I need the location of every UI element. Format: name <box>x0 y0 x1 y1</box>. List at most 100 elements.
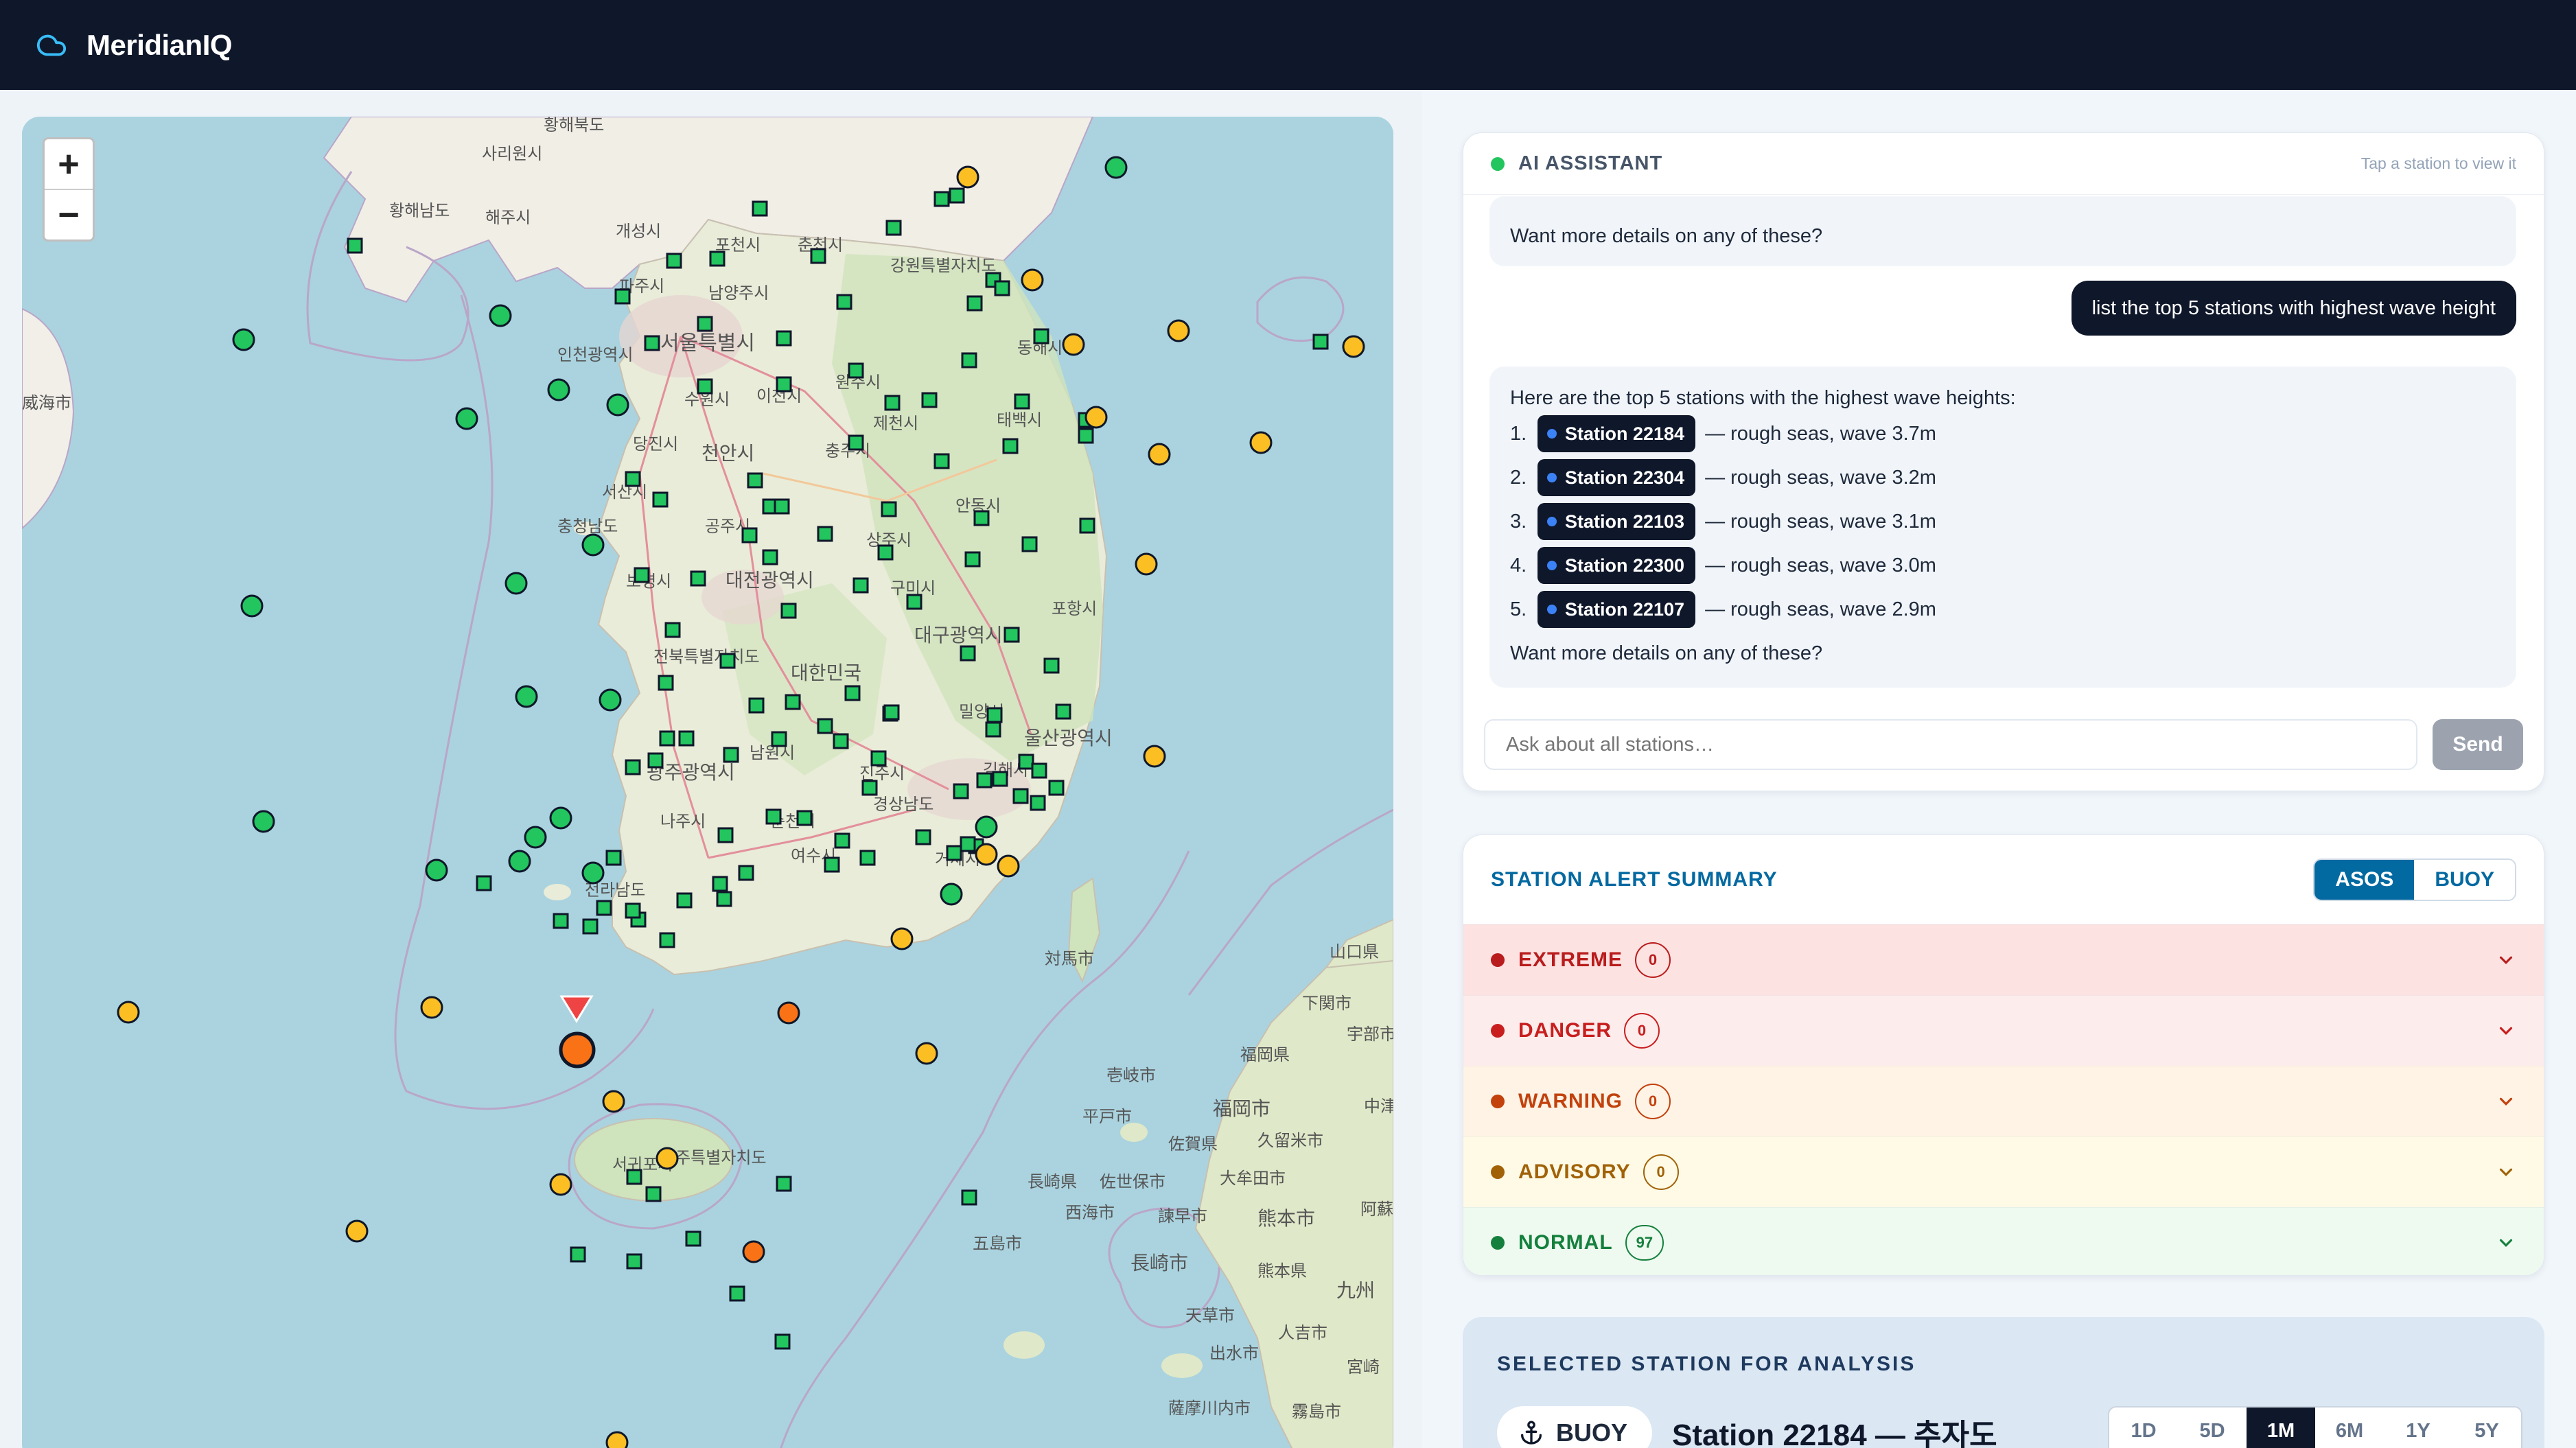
buoy-station-marker[interactable] <box>581 533 605 557</box>
asos-station-marker[interactable] <box>626 1253 642 1270</box>
buoy-station-marker[interactable] <box>1084 406 1108 429</box>
asos-station-marker[interactable] <box>626 1169 642 1185</box>
zoom-out-button[interactable]: − <box>45 190 93 240</box>
asos-station-marker[interactable] <box>973 510 990 526</box>
station-chip[interactable]: Station 22103 <box>1538 503 1696 540</box>
asos-station-marker[interactable] <box>844 685 861 701</box>
asos-station-marker[interactable] <box>1018 754 1034 770</box>
asos-station-marker[interactable] <box>946 845 962 861</box>
selected-station-circle[interactable] <box>559 1031 596 1069</box>
asos-station-marker[interactable] <box>1043 657 1060 674</box>
asos-station-marker[interactable] <box>747 472 763 489</box>
buoy-station-marker[interactable] <box>1167 319 1190 342</box>
alert-row-warning[interactable]: WARNING 0 <box>1463 1066 2544 1136</box>
station-chip[interactable]: Station 22107 <box>1538 591 1696 628</box>
asos-station-marker[interactable] <box>859 850 876 866</box>
asos-station-marker[interactable] <box>785 694 801 710</box>
asos-station-marker[interactable] <box>659 932 675 948</box>
alert-row-extreme[interactable]: EXTREME 0 <box>1463 924 2544 995</box>
buoy-station-marker[interactable] <box>232 328 255 351</box>
station-chip[interactable]: Station 22300 <box>1538 547 1696 584</box>
asos-station-marker[interactable] <box>762 549 778 565</box>
buoy-station-marker[interactable] <box>1062 333 1085 356</box>
buoy-station-marker[interactable] <box>455 407 478 430</box>
ask-input[interactable] <box>1484 719 2417 770</box>
asos-station-marker[interactable] <box>776 376 792 393</box>
asos-station-marker[interactable] <box>625 759 641 775</box>
chevron-down-icon[interactable] <box>2496 1091 2516 1112</box>
asos-station-marker[interactable] <box>729 1285 745 1302</box>
asos-station-marker[interactable] <box>712 876 728 892</box>
buoy-station-marker[interactable] <box>489 304 512 327</box>
asos-station-marker[interactable] <box>1002 438 1019 454</box>
asos-station-marker[interactable] <box>659 730 675 747</box>
chevron-down-icon[interactable] <box>2496 1020 2516 1041</box>
asos-station-marker[interactable] <box>976 772 993 789</box>
asos-station-marker[interactable] <box>960 836 976 852</box>
asos-station-marker[interactable] <box>709 250 726 267</box>
asos-station-marker[interactable] <box>1078 428 1094 444</box>
asos-station-marker[interactable] <box>861 780 878 796</box>
station-chip[interactable]: Station 22304 <box>1538 459 1696 496</box>
asos-station-marker[interactable] <box>852 577 869 594</box>
asos-station-marker[interactable] <box>1012 788 1029 804</box>
asos-station-marker[interactable] <box>933 453 950 469</box>
asos-station-marker[interactable] <box>877 544 894 561</box>
asos-station-marker[interactable] <box>719 653 736 669</box>
asos-station-marker[interactable] <box>476 875 492 891</box>
asos-station-marker[interactable] <box>1079 517 1095 534</box>
asos-station-marker[interactable] <box>833 733 849 749</box>
range-6m[interactable]: 6M <box>2315 1408 2384 1448</box>
asos-station-marker[interactable] <box>1048 780 1065 796</box>
asos-station-marker[interactable] <box>953 783 969 799</box>
buoy-station-marker[interactable] <box>655 1147 679 1170</box>
buoy-station-marker[interactable] <box>252 810 275 833</box>
buoy-station-marker[interactable] <box>1104 156 1128 179</box>
asos-station-marker[interactable] <box>774 498 790 515</box>
asos-station-marker[interactable] <box>625 471 641 487</box>
asos-station-marker[interactable] <box>810 248 826 264</box>
asos-station-marker[interactable] <box>771 731 787 747</box>
buoy-station-marker[interactable] <box>117 1001 140 1024</box>
alert-row-advisory[interactable]: ADVISORY 0 <box>1463 1136 2544 1207</box>
range-5d[interactable]: 5D <box>2178 1408 2247 1448</box>
range-1m[interactable]: 1M <box>2247 1408 2315 1448</box>
buoy-station-marker[interactable] <box>515 685 538 708</box>
buoy-station-marker[interactable] <box>425 859 448 882</box>
asos-station-marker[interactable] <box>605 850 622 866</box>
chevron-down-icon[interactable] <box>2496 1162 2516 1182</box>
asos-station-marker[interactable] <box>906 594 923 610</box>
asos-station-marker[interactable] <box>776 330 792 347</box>
asos-station-marker[interactable] <box>676 892 693 909</box>
asos-station-marker[interactable] <box>824 856 840 873</box>
asos-station-marker[interactable] <box>817 526 833 542</box>
asos-station-marker[interactable] <box>647 752 664 769</box>
buoy-station-marker[interactable] <box>1135 552 1158 576</box>
asos-station-marker[interactable] <box>717 827 734 843</box>
asos-station-marker[interactable] <box>933 191 950 207</box>
asos-station-marker[interactable] <box>690 570 706 587</box>
asos-station-marker[interactable] <box>765 808 782 825</box>
buoy-station-marker[interactable] <box>605 1431 629 1448</box>
asos-station-marker[interactable] <box>985 721 1001 738</box>
buoy-station-marker[interactable] <box>504 572 528 595</box>
buoy-station-marker[interactable] <box>240 594 264 618</box>
asos-station-marker[interactable] <box>949 187 965 204</box>
buoy-station-marker[interactable] <box>524 826 547 849</box>
buoy-station-marker[interactable] <box>549 806 572 830</box>
buoy-station-marker[interactable] <box>975 815 998 839</box>
asos-station-marker[interactable] <box>834 832 850 849</box>
asos-station-marker[interactable] <box>644 335 660 351</box>
tab-buoy[interactable]: BUOY <box>2414 860 2515 900</box>
asos-station-marker[interactable] <box>634 567 650 583</box>
chevron-down-icon[interactable] <box>2496 950 2516 970</box>
range-1d[interactable]: 1D <box>2109 1408 2178 1448</box>
buoy-station-marker[interactable] <box>599 688 622 712</box>
zoom-in-button[interactable]: + <box>45 139 93 190</box>
buoy-station-marker[interactable] <box>606 393 629 417</box>
asos-station-marker[interactable] <box>881 501 897 517</box>
buoy-station-marker[interactable] <box>602 1090 625 1113</box>
asos-station-marker[interactable] <box>817 718 833 734</box>
buoy-station-marker[interactable] <box>940 883 963 906</box>
asos-station-marker[interactable] <box>666 253 682 269</box>
